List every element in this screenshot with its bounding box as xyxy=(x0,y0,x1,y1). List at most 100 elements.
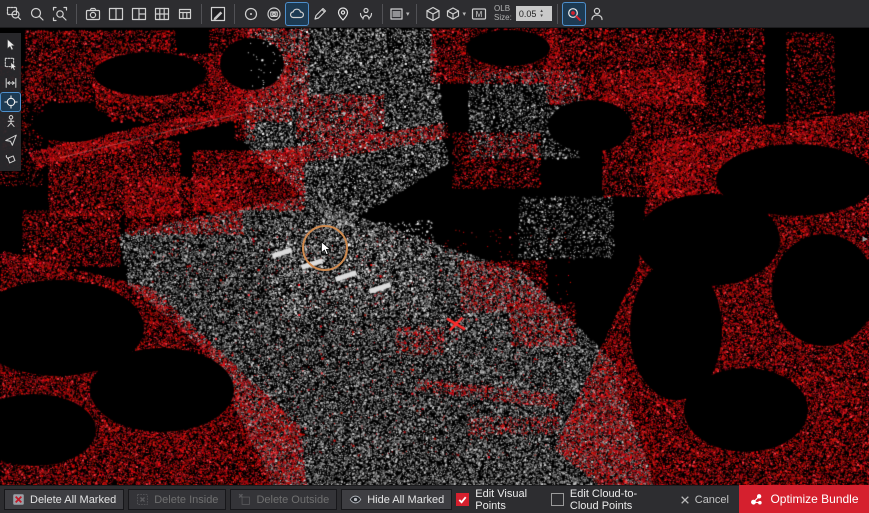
limit-box-icon xyxy=(243,6,259,22)
pano-camera-icon xyxy=(266,6,282,22)
grid-view-button[interactable] xyxy=(151,3,173,25)
navigate-button[interactable] xyxy=(1,131,20,149)
cube-camera-button[interactable]: ▾ xyxy=(445,3,468,25)
button-label: Delete All Marked xyxy=(30,494,116,506)
delete-marked-icon xyxy=(12,493,25,506)
zoom-window-button[interactable] xyxy=(3,3,25,25)
zoom-button[interactable] xyxy=(26,3,48,25)
optimize-bundle-label: Optimize Bundle xyxy=(770,492,858,506)
toolbar-separator xyxy=(557,4,558,24)
button-label: Delete Inside xyxy=(154,494,218,506)
checkbox-checked-icon xyxy=(456,493,469,506)
table-view-icon xyxy=(177,6,193,22)
snapshot-camera-button[interactable] xyxy=(82,3,104,25)
pick-point-icon xyxy=(210,6,226,22)
bucket-button[interactable] xyxy=(1,150,20,168)
panel-expander[interactable]: ▸ xyxy=(862,232,868,245)
view-cube-icon xyxy=(425,6,441,22)
limit-box-button[interactable] xyxy=(240,3,262,25)
marquee-cursor-button[interactable] xyxy=(1,55,20,73)
olb-size-input[interactable]: 0.05▴▾ xyxy=(516,6,552,21)
olb-size-label: OLBSize: xyxy=(494,5,512,23)
image-m-button[interactable]: M xyxy=(468,3,490,25)
pick-point-button[interactable] xyxy=(207,3,229,25)
bottom-bar: Delete All Marked Delete Inside Delete Out… xyxy=(0,485,869,513)
top-toolbar: ▾ ▾ M OLBSize: 0.05▴▾ xyxy=(0,0,869,28)
annotate-button[interactable] xyxy=(309,3,331,25)
fence-tool-icon xyxy=(4,95,18,109)
point-cloud-icon xyxy=(289,6,305,22)
close-icon xyxy=(680,495,690,505)
navigate-icon xyxy=(4,133,18,147)
optimize-bundle-button[interactable]: Optimize Bundle xyxy=(739,485,869,513)
checkbox-label: Edit Visual Points xyxy=(475,488,537,512)
cleanup-tool-button[interactable] xyxy=(563,3,585,25)
multi-view-button[interactable] xyxy=(128,3,150,25)
grid-view-icon xyxy=(154,6,170,22)
image-m-icon: M xyxy=(471,6,487,22)
bucket-icon xyxy=(4,152,18,166)
delete-outside-button: Delete Outside xyxy=(230,489,337,510)
cube-camera-icon xyxy=(446,6,462,22)
menu-dropdown-icon xyxy=(389,6,405,22)
left-toolbar xyxy=(0,33,21,171)
split-view-button[interactable] xyxy=(105,3,127,25)
chevron-down-icon: ▾ xyxy=(463,10,467,18)
view-cube-button[interactable] xyxy=(422,3,444,25)
measure-button[interactable] xyxy=(1,74,20,92)
snapshot-camera-icon xyxy=(85,6,101,22)
hide-all-marked-button[interactable]: Hide All Marked xyxy=(341,489,452,510)
split-view-icon xyxy=(108,6,124,22)
station-icon xyxy=(4,114,18,128)
zoom-icon xyxy=(29,6,45,22)
cleanup-tool-icon xyxy=(566,6,582,22)
multi-view-icon xyxy=(131,6,147,22)
menu-dropdown-button[interactable]: ▾ xyxy=(388,3,411,25)
toolbar-separator xyxy=(201,4,202,24)
chevron-down-icon: ▾ xyxy=(406,10,410,18)
station-button[interactable] xyxy=(1,112,20,130)
delete-outside-icon xyxy=(238,493,251,506)
svg-text:M: M xyxy=(476,10,483,19)
delete-inside-icon xyxy=(136,493,149,506)
button-label: Hide All Marked xyxy=(367,494,444,506)
setup-rotate-button[interactable] xyxy=(355,3,377,25)
user-button[interactable] xyxy=(586,3,608,25)
geotag-button[interactable] xyxy=(332,3,354,25)
checkbox-edit-visual-points[interactable]: Edit Visual Points xyxy=(456,488,537,512)
checkbox-label: Edit Cloud-to-Cloud Points xyxy=(570,488,666,512)
mark-actions-group: Delete All Marked Delete Inside Delete Out… xyxy=(4,489,452,510)
checkbox-group: Edit Visual Points Edit Cloud-to-Cloud Po… xyxy=(456,488,666,512)
pano-camera-button[interactable] xyxy=(263,3,285,25)
olb-size-control: OLBSize: 0.05▴▾ xyxy=(494,5,552,23)
toolbar-separator xyxy=(234,4,235,24)
checkbox-edit-cloud-to-cloud-points[interactable]: Edit Cloud-to-Cloud Points xyxy=(551,488,666,512)
zoom-window-icon xyxy=(6,6,22,22)
cancel-label: Cancel xyxy=(695,494,729,506)
fence-tool-button[interactable] xyxy=(1,93,20,111)
measure-icon xyxy=(4,76,18,90)
point-cloud-viewport[interactable] xyxy=(0,28,869,485)
table-view-button[interactable] xyxy=(174,3,196,25)
delete-all-marked-button[interactable]: Delete All Marked xyxy=(4,489,124,510)
toolbar-separator xyxy=(382,4,383,24)
olb-spinner[interactable]: ▴▾ xyxy=(540,9,543,18)
checkbox-unchecked-icon xyxy=(551,493,564,506)
annotate-icon xyxy=(312,6,328,22)
cancel-button[interactable]: Cancel xyxy=(680,494,729,506)
cursor-button[interactable] xyxy=(1,36,20,54)
point-cloud-button[interactable] xyxy=(286,3,308,25)
toolbar-separator xyxy=(416,4,417,24)
bundle-icon xyxy=(749,492,764,507)
marquee-cursor-icon xyxy=(4,57,18,71)
button-label: Delete Outside xyxy=(256,494,329,506)
app-window: ▾▾MOLBSize:0.05▴▾ ▸ Delete All MarkedDel… xyxy=(0,0,869,513)
edit-options-group: Edit Visual Points Edit Cloud-to-Cloud Po… xyxy=(456,488,729,512)
delete-inside-button: Delete Inside xyxy=(128,489,226,510)
hide-marked-icon xyxy=(349,493,362,506)
toolbar-separator xyxy=(76,4,77,24)
geotag-icon xyxy=(335,6,351,22)
zoom-fit-icon xyxy=(52,6,68,22)
zoom-fit-button[interactable] xyxy=(49,3,71,25)
cursor-icon xyxy=(4,38,18,52)
